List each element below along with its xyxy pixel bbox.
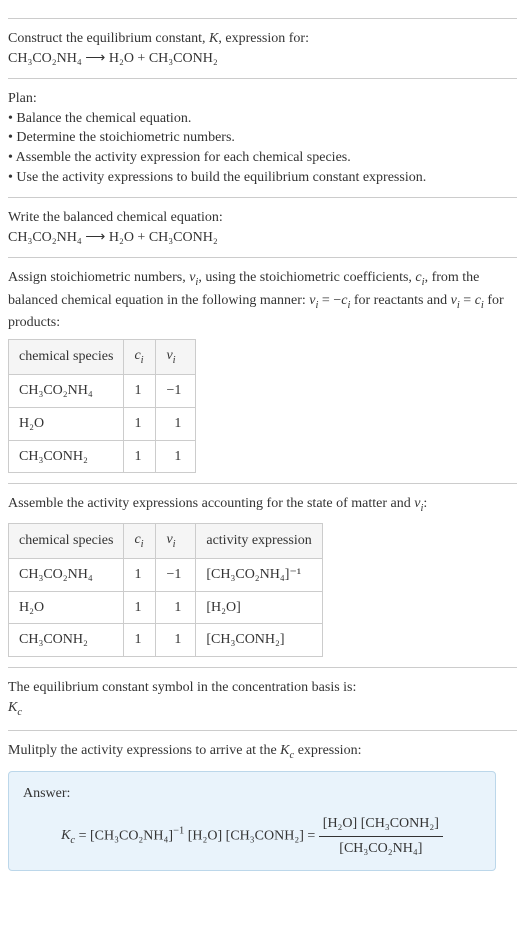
cell-species: CH₃CO₂NH₄ <box>9 559 124 592</box>
cell-v: −1 <box>156 375 196 408</box>
cell-expr: [CH₃CONH₂] <box>196 624 322 657</box>
plan-item: • Balance the chemical equation. <box>8 109 517 129</box>
table-row: CH₃CO₂NH₄ 1 −1 [CH₃CO₂NH₄]⁻¹ <box>9 559 323 592</box>
answer-equation: Kc = [CH₃CO₂NH₄]−1 [H₂O] [CH₃CONH₂] = [H… <box>23 814 481 858</box>
plan-heading: Plan: <box>8 89 517 109</box>
table-row: H₂O 1 1 <box>9 407 196 440</box>
symbol-line1: The equilibrium constant symbol in the c… <box>8 678 517 698</box>
multiply-intro: Mulitply the activity expressions to arr… <box>8 741 517 763</box>
table-row: CH₃CONH₂ 1 1 [CH₃CONH₂] <box>9 624 323 657</box>
table-row: CH₃CO₂NH₄ 1 −1 <box>9 375 196 408</box>
col-vi: νi <box>156 523 196 558</box>
cell-species: CH₃CONH₂ <box>9 440 124 473</box>
table-header-row: chemical species ci νi activity expressi… <box>9 523 323 558</box>
balanced-heading: Write the balanced chemical equation: <box>8 208 517 228</box>
plan-item: • Assemble the activity expression for e… <box>8 148 517 168</box>
col-species: chemical species <box>9 523 124 558</box>
answer-box: Answer: Kc = [CH₃CO₂NH₄]−1 [H₂O] [CH₃CON… <box>8 771 496 871</box>
fraction-numerator: [H₂O] [CH₃CONH₂] <box>319 814 443 837</box>
cell-v: 1 <box>156 624 196 657</box>
cell-c: 1 <box>124 591 156 624</box>
cell-v: 1 <box>156 591 196 624</box>
col-ci: ci <box>124 523 156 558</box>
cell-c: 1 <box>124 407 156 440</box>
activity-section: Assemble the activity expressions accoun… <box>8 483 517 657</box>
table-header-row: chemical species ci νi <box>9 339 196 374</box>
cell-c: 1 <box>124 559 156 592</box>
cell-expr: [CH₃CO₂NH₄]⁻¹ <box>196 559 322 592</box>
cell-species: H₂O <box>9 591 124 624</box>
cell-c: 1 <box>124 624 156 657</box>
answer-fraction: [H₂O] [CH₃CONH₂] [CH₃CO₂NH₄] <box>319 814 443 858</box>
stoich-section: Assign stoichiometric numbers, νi, using… <box>8 257 517 473</box>
cell-c: 1 <box>124 375 156 408</box>
multiply-section: Mulitply the activity expressions to arr… <box>8 730 517 871</box>
plan-section: Plan: • Balance the chemical equation. •… <box>8 78 517 187</box>
col-vi: νi <box>156 339 196 374</box>
balanced-section: Write the balanced chemical equation: CH… <box>8 197 517 247</box>
table-row: CH₃CONH₂ 1 1 <box>9 440 196 473</box>
cell-v: −1 <box>156 559 196 592</box>
symbol-line2: Kc <box>8 698 517 720</box>
col-species: chemical species <box>9 339 124 374</box>
cell-species: H₂O <box>9 407 124 440</box>
fraction-denominator: [CH₃CO₂NH₄] <box>319 837 443 859</box>
balanced-equation: CH₃CO₂NH₄ ⟶ H₂O + CH₃CONH₂ <box>8 228 517 248</box>
stoich-table: chemical species ci νi CH₃CO₂NH₄ 1 −1 H₂… <box>8 339 196 473</box>
cell-expr: [H₂O] <box>196 591 322 624</box>
activity-table: chemical species ci νi activity expressi… <box>8 523 323 657</box>
plan-item: • Determine the stoichiometric numbers. <box>8 128 517 148</box>
cell-v: 1 <box>156 407 196 440</box>
table-row: H₂O 1 1 [H₂O] <box>9 591 323 624</box>
symbol-section: The equilibrium constant symbol in the c… <box>8 667 517 720</box>
cell-species: CH₃CO₂NH₄ <box>9 375 124 408</box>
cell-v: 1 <box>156 440 196 473</box>
col-expr: activity expression <box>196 523 322 558</box>
prompt-line: Construct the equilibrium constant, K, e… <box>8 29 517 49</box>
cell-species: CH₃CONH₂ <box>9 624 124 657</box>
intro-section: Construct the equilibrium constant, K, e… <box>8 18 517 68</box>
col-ci: ci <box>124 339 156 374</box>
cell-c: 1 <box>124 440 156 473</box>
answer-label: Answer: <box>23 784 481 804</box>
intro-equation: CH₃CO₂NH₄ ⟶ H₂O + CH₃CONH₂ <box>8 49 517 69</box>
stoich-intro: Assign stoichiometric numbers, νi, using… <box>8 268 517 333</box>
prompt-text: Construct the equilibrium constant, K, e… <box>8 31 309 46</box>
activity-intro: Assemble the activity expressions accoun… <box>8 494 517 516</box>
plan-item: • Use the activity expressions to build … <box>8 168 517 188</box>
